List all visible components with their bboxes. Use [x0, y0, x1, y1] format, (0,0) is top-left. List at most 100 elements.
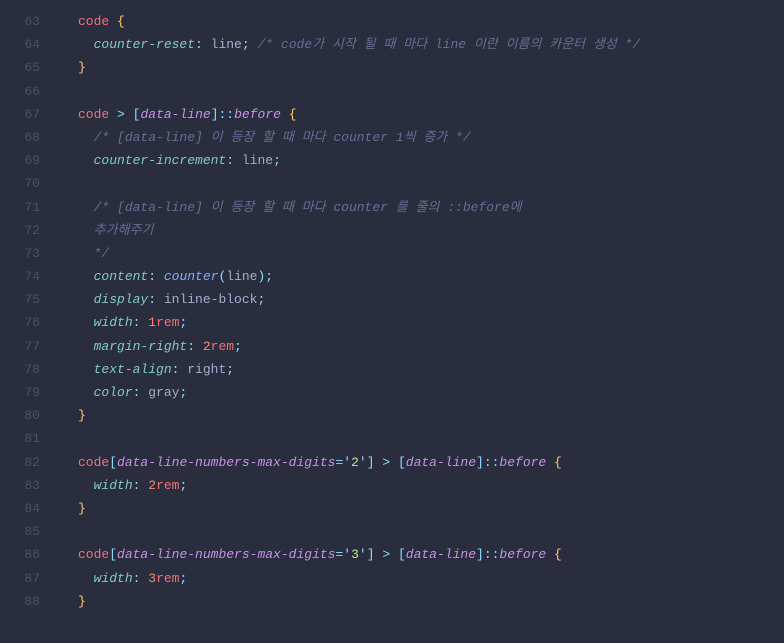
code-line: width: 3rem; — [78, 567, 784, 590]
token-op: > — [382, 547, 390, 562]
token-punct: : — [148, 269, 156, 284]
token-punct: ; — [273, 153, 281, 168]
line-number: 70 — [0, 172, 40, 195]
token-prop: text-align — [94, 362, 172, 377]
token-punct: ] — [476, 455, 484, 470]
token-punct: : — [133, 571, 141, 586]
line-number: 71 — [0, 196, 40, 219]
token-punct: : — [195, 37, 203, 52]
code-line: counter-reset: line; /* code가 시작 될 때 마다 … — [78, 33, 784, 56]
line-number: 64 — [0, 33, 40, 56]
code-line: code[data-line-numbers-max-digits='2'] >… — [78, 451, 784, 474]
token-attr: data-line — [140, 107, 210, 122]
code-line: margin-right: 2rem; — [78, 335, 784, 358]
code-line — [78, 520, 784, 543]
code-line: content: counter(line); — [78, 265, 784, 288]
line-number: 86 — [0, 543, 40, 566]
line-number: 83 — [0, 474, 40, 497]
token-tag: code — [78, 455, 109, 470]
code-line: } — [78, 56, 784, 79]
line-number: 72 — [0, 219, 40, 242]
token-punct: [ — [398, 455, 406, 470]
code-line: code { — [78, 10, 784, 33]
token-punct: :: — [484, 455, 500, 470]
line-number: 67 — [0, 103, 40, 126]
code-line: } — [78, 497, 784, 520]
token-pseudo: before — [234, 107, 281, 122]
token-punct: :: — [484, 547, 500, 562]
code-line — [78, 80, 784, 103]
line-number: 88 — [0, 590, 40, 613]
token-comment: */ — [94, 246, 110, 261]
token-prop: content — [94, 269, 149, 284]
token-value: line — [211, 37, 242, 52]
line-number: 87 — [0, 567, 40, 590]
token-value: line — [242, 153, 273, 168]
token-punct: : — [187, 339, 195, 354]
line-number: 63 — [0, 10, 40, 33]
code-line: text-align: right; — [78, 358, 784, 381]
token-punct: ; — [257, 292, 265, 307]
token-pseudo: before — [499, 455, 546, 470]
token-punct: :: — [219, 107, 235, 122]
token-tag: code — [78, 107, 109, 122]
line-number-gutter: 6364656667686970717273747576777879808182… — [0, 10, 60, 613]
line-number: 69 — [0, 149, 40, 172]
token-prop: width — [94, 478, 133, 493]
token-value: right — [187, 362, 226, 377]
token-punct: [ — [109, 455, 117, 470]
token-comment: /* [data-line] 이 등장 할 때 마다 counter 1씩 증가… — [94, 130, 471, 145]
code-line: /* [data-line] 이 등장 할 때 마다 counter 1씩 증가… — [78, 126, 784, 149]
line-number: 81 — [0, 427, 40, 450]
token-prop: width — [94, 571, 133, 586]
code-line: code > [data-line]::before { — [78, 103, 784, 126]
code-content[interactable]: code { counter-reset: line; /* code가 시작 … — [60, 10, 784, 613]
token-unit: rem — [211, 339, 234, 354]
token-punct: [ — [398, 547, 406, 562]
code-line: counter-increment: line; — [78, 149, 784, 172]
token-brace: { — [117, 14, 125, 29]
token-attrv: 3 — [351, 547, 359, 562]
token-punct: ' — [359, 547, 367, 562]
token-tag: code — [78, 547, 109, 562]
token-punct: ; — [242, 37, 250, 52]
line-number: 66 — [0, 80, 40, 103]
line-number: 76 — [0, 311, 40, 334]
token-punct: ; — [234, 339, 242, 354]
token-comment: /* code가 시작 될 때 마다 line 이란 이름의 카운터 생성 */ — [258, 37, 641, 52]
line-number: 84 — [0, 497, 40, 520]
token-attr: data-line-numbers-max-digits — [117, 547, 335, 562]
code-line: } — [78, 590, 784, 613]
token-punct: ; — [179, 385, 187, 400]
code-line: width: 2rem; — [78, 474, 784, 497]
token-punct: : — [133, 315, 141, 330]
code-line — [78, 172, 784, 195]
token-punct: ; — [265, 269, 273, 284]
token-punct: : — [226, 153, 234, 168]
token-prop: display — [94, 292, 149, 307]
token-punct: : — [148, 292, 156, 307]
token-punct: ' — [359, 455, 367, 470]
code-line: display: inline-block; — [78, 288, 784, 311]
code-line: width: 1rem; — [78, 311, 784, 334]
line-number: 80 — [0, 404, 40, 427]
token-comment: /* [data-line] 이 등장 할 때 마다 counter 를 줄의 … — [94, 200, 522, 215]
token-value: gray — [148, 385, 179, 400]
token-punct: ; — [179, 571, 187, 586]
line-number: 75 — [0, 288, 40, 311]
token-brace: } — [78, 594, 86, 609]
line-number: 65 — [0, 56, 40, 79]
token-prop: margin-right — [94, 339, 188, 354]
token-attr: data-line — [406, 547, 476, 562]
code-line — [78, 427, 784, 450]
token-comment: 추가해주기 — [94, 223, 154, 238]
token-tag: code — [78, 14, 109, 29]
token-prop: counter-reset — [94, 37, 195, 52]
token-punct: : — [133, 385, 141, 400]
line-number: 73 — [0, 242, 40, 265]
token-func: counter — [164, 269, 219, 284]
code-line: */ — [78, 242, 784, 265]
code-line: 추가해주기 — [78, 219, 784, 242]
token-punct: [ — [109, 547, 117, 562]
token-punct: : — [172, 362, 180, 377]
